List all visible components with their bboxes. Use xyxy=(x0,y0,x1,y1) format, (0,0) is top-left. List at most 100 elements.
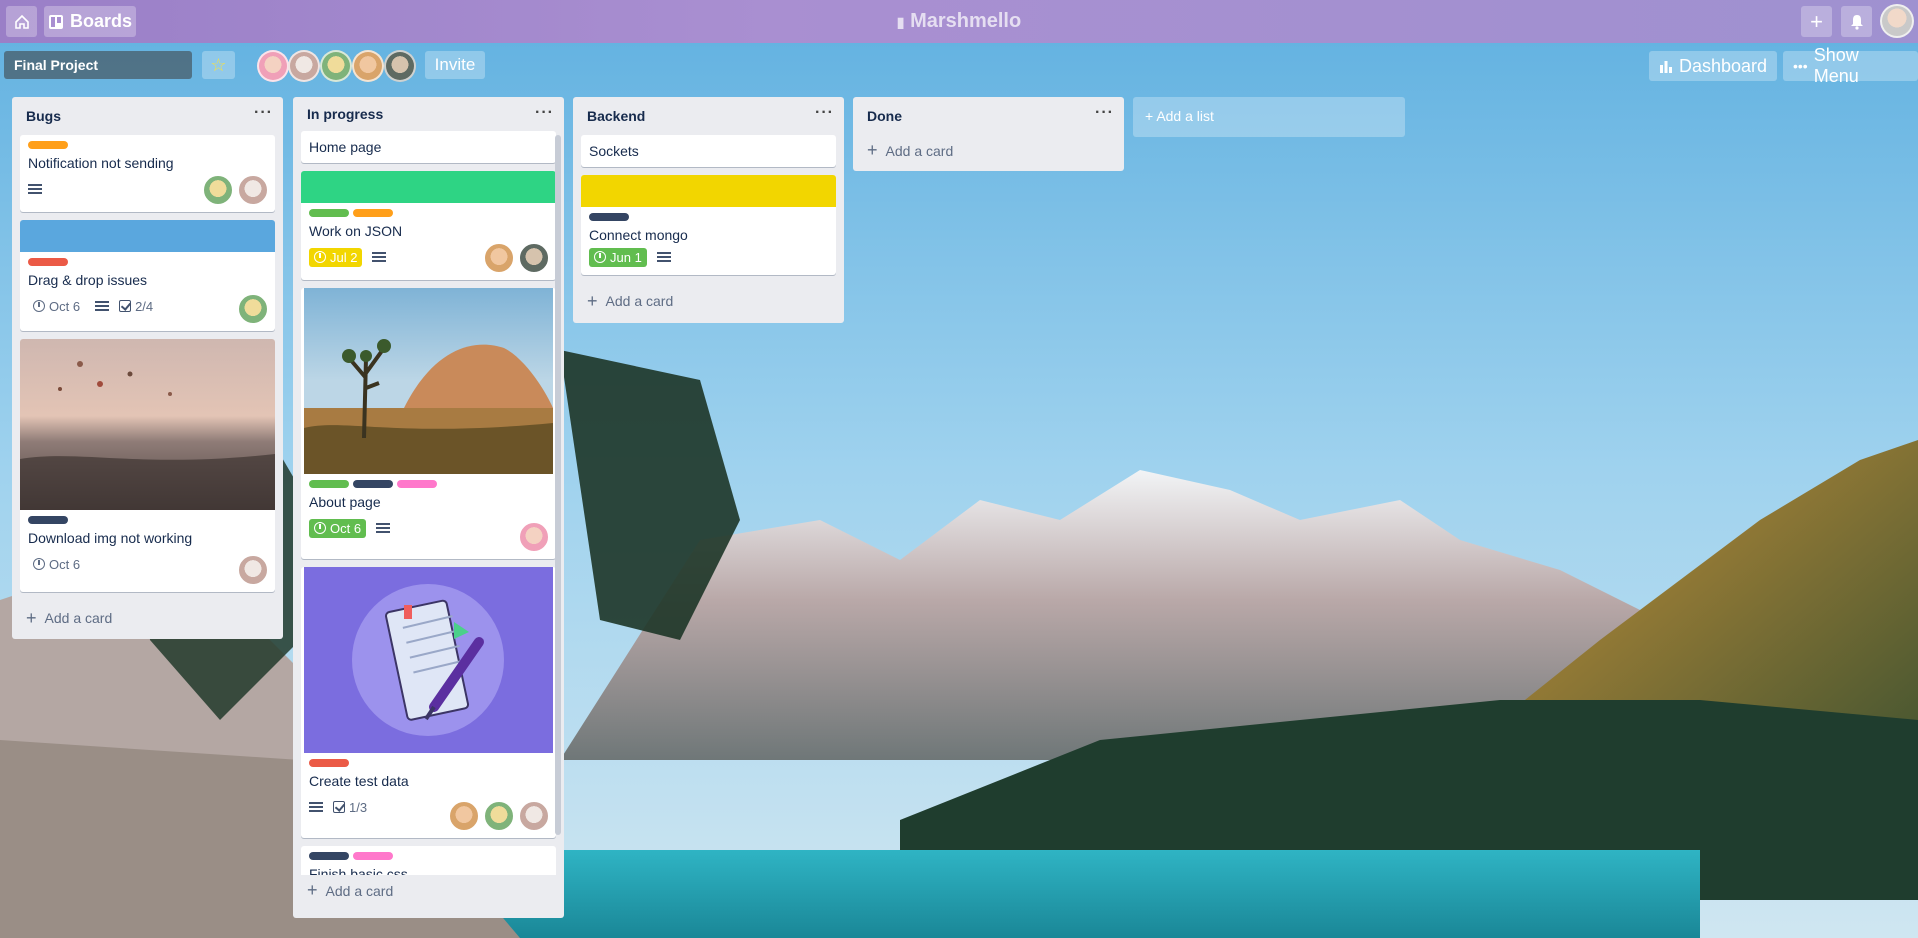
due-date-badge[interactable]: Oct 6 xyxy=(309,518,367,538)
card-member-avatar[interactable] xyxy=(237,293,269,325)
star-button[interactable]: ☆ xyxy=(202,51,235,79)
member-avatar[interactable] xyxy=(352,50,384,82)
list-menu-icon[interactable]: ··· xyxy=(535,104,554,122)
list-title[interactable]: Backend ··· xyxy=(573,97,844,135)
list-menu-icon[interactable]: ··· xyxy=(254,104,273,122)
card[interactable]: Sockets xyxy=(581,135,836,167)
clock-icon xyxy=(314,251,326,263)
checklist-icon xyxy=(333,801,345,813)
add-button[interactable]: + xyxy=(1801,6,1832,37)
card[interactable]: Work on JSON Jul 2 xyxy=(301,171,556,280)
dashboard-button[interactable]: Dashboard xyxy=(1649,51,1778,81)
due-date-badge[interactable]: Jun 1 xyxy=(589,247,647,267)
list-backend: Backend ··· Sockets Connect mongo Jun 1 … xyxy=(573,97,844,323)
list-title[interactable]: Done ··· xyxy=(853,97,1124,135)
label-green xyxy=(309,480,349,488)
logo-text: Marshmello xyxy=(910,10,1022,32)
card[interactable]: Connect mongo Jun 1 xyxy=(581,175,836,275)
show-menu-button[interactable]: ••• Show Menu xyxy=(1783,45,1918,86)
list-done: Done ··· + Add a card xyxy=(853,97,1124,171)
label-pink xyxy=(353,852,393,860)
card-member-avatar[interactable] xyxy=(237,554,269,586)
card-member-avatar[interactable] xyxy=(202,174,234,206)
checklist-badge: 1/3 xyxy=(333,800,367,815)
add-card-button[interactable]: + Add a card xyxy=(293,875,564,909)
member-avatar[interactable] xyxy=(288,50,320,82)
add-card-button[interactable]: + Add a card xyxy=(573,283,844,319)
card-title: Sockets xyxy=(589,143,639,159)
list-menu-icon[interactable]: ··· xyxy=(815,104,834,122)
label-red xyxy=(309,759,349,767)
card[interactable]: Home page xyxy=(301,131,556,163)
bar-chart-icon xyxy=(1660,61,1672,73)
logo-icon: ▮ xyxy=(896,14,905,30)
member-avatar[interactable] xyxy=(320,50,352,82)
list-title[interactable]: Bugs ··· xyxy=(12,97,283,135)
clock-icon xyxy=(33,558,45,570)
card-member-avatar[interactable] xyxy=(518,521,550,553)
bell-icon xyxy=(1850,14,1863,30)
plus-icon: + xyxy=(1810,8,1823,34)
card-member-avatar[interactable] xyxy=(237,174,269,206)
list-in-progress: In progress ··· Home page Work on JSON J… xyxy=(293,97,564,918)
card-title: Work on JSON xyxy=(309,223,403,239)
member-avatar[interactable] xyxy=(257,50,289,82)
boards-button[interactable]: Boards xyxy=(44,6,136,37)
home-button[interactable] xyxy=(6,6,37,37)
more-icon: ••• xyxy=(1793,58,1808,74)
notifications-button[interactable] xyxy=(1841,6,1872,37)
app-logo[interactable]: ▮ Marshmello xyxy=(0,10,1918,33)
card-member-avatar[interactable] xyxy=(518,242,550,274)
card-member-avatar[interactable] xyxy=(518,800,550,832)
add-card-button[interactable]: + Add a card xyxy=(12,600,283,636)
list-scrollbar[interactable] xyxy=(555,135,561,835)
description-icon xyxy=(376,521,391,535)
description-icon xyxy=(28,182,42,196)
description-icon xyxy=(656,250,671,264)
card-title: Create test data xyxy=(309,773,409,789)
card[interactable]: About page Oct 6 xyxy=(301,288,556,559)
label-orange xyxy=(353,209,393,217)
due-date-badge[interactable]: Oct 6 xyxy=(28,555,85,574)
invite-button[interactable]: Invite xyxy=(425,51,485,79)
description-icon xyxy=(95,299,110,313)
show-menu-label: Show Menu xyxy=(1813,45,1859,86)
list-title[interactable]: In progress ··· xyxy=(293,97,564,135)
card[interactable]: Finish basic css xyxy=(301,846,556,875)
card-title: Connect mongo xyxy=(589,227,688,243)
card-title: Notification not sending xyxy=(28,155,174,171)
label-navy xyxy=(353,480,393,488)
plus-icon: + xyxy=(587,290,598,311)
card-member-avatar[interactable] xyxy=(483,242,515,274)
clock-icon xyxy=(33,300,45,312)
member-avatar[interactable] xyxy=(384,50,416,82)
due-date-badge[interactable]: Oct 6 xyxy=(28,297,85,316)
card-title: Home page xyxy=(309,139,382,155)
card[interactable]: Download img not working Oct 6 xyxy=(20,339,275,592)
label-red xyxy=(28,258,68,266)
clock-icon xyxy=(594,251,606,263)
add-card-button[interactable]: + Add a card xyxy=(853,135,1124,171)
label-pink xyxy=(397,480,437,488)
card[interactable]: Notification not sending xyxy=(20,135,275,212)
plus-icon: + xyxy=(26,607,37,628)
card[interactable]: Drag & drop issues Oct 6 2/4 xyxy=(20,220,275,331)
label-navy xyxy=(589,213,629,221)
board-header: Final Project ☆ Invite Dashboard ••• Sho… xyxy=(0,45,1918,86)
home-icon xyxy=(14,14,29,29)
checklist-badge: 2/4 xyxy=(119,299,153,314)
card[interactable]: Create test data 1/3 xyxy=(301,567,556,838)
due-date-badge[interactable]: Jul 2 xyxy=(309,247,363,267)
card-member-avatar[interactable] xyxy=(483,800,515,832)
card-member-avatar[interactable] xyxy=(448,800,480,832)
list-menu-icon[interactable]: ··· xyxy=(1095,104,1114,122)
board-name-input[interactable]: Final Project xyxy=(4,51,192,79)
card-title: About page xyxy=(309,494,381,510)
label-green xyxy=(309,209,349,217)
card-cover-image xyxy=(304,567,553,753)
star-icon: ☆ xyxy=(210,55,227,75)
user-avatar[interactable] xyxy=(1880,4,1914,38)
label-navy xyxy=(28,516,68,524)
add-list-button[interactable]: + Add a list xyxy=(1133,97,1405,137)
card-title: Download img not working xyxy=(28,530,193,546)
